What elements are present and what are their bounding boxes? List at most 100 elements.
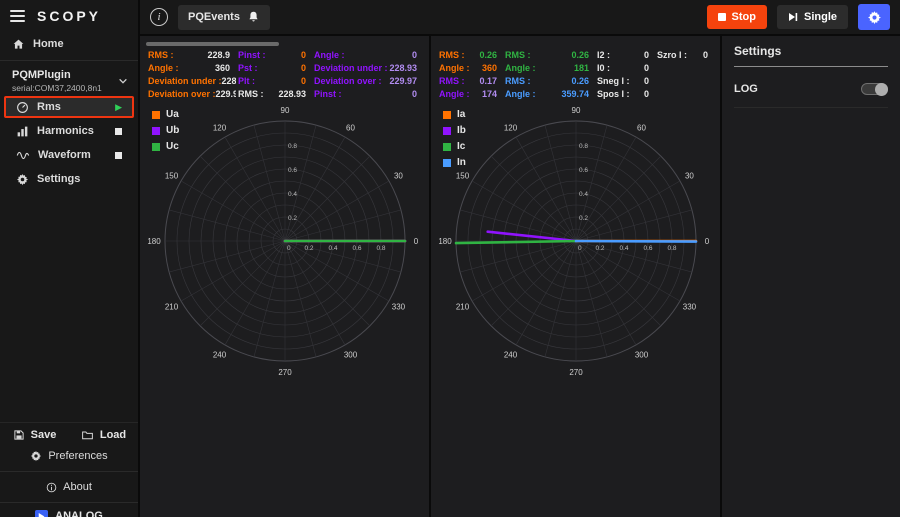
measurement-cell: Pst :0: [236, 62, 312, 75]
voltage-chart-area: UaUbUc 030609012015018021024027030033000…: [146, 103, 423, 512]
legend-item-Ia[interactable]: Ia: [443, 109, 466, 120]
measurement-cell: Szro I :0: [655, 49, 714, 62]
svg-text:0.2: 0.2: [579, 215, 588, 222]
measurement-cell: Deviation under :228.93: [312, 62, 423, 75]
measurement-cell: [655, 62, 714, 75]
preferences-button[interactable]: Preferences: [0, 445, 138, 467]
legend-label: Ib: [457, 125, 466, 136]
stopped-indicator-icon[interactable]: [115, 152, 122, 159]
settings-gear-button[interactable]: [858, 4, 890, 30]
divider: [0, 60, 138, 61]
harmonics-bars-icon: [16, 125, 29, 138]
current-measurements-table: RMS :0.26RMS :0.26I2 :0Szro I :0Angle :3…: [437, 41, 714, 101]
save-label: Save: [31, 429, 57, 441]
legend-swatch: [152, 111, 160, 119]
svg-text:90: 90: [280, 106, 289, 115]
legend-label: Uc: [166, 141, 179, 152]
measurement-cell: Spos I :0: [595, 88, 655, 101]
legend-swatch: [443, 127, 451, 135]
plugin-header-pqmplugin[interactable]: PQMPlugin serial:COM37,2400,8n1: [0, 65, 138, 95]
legend-item-Ic[interactable]: Ic: [443, 141, 466, 152]
save-button[interactable]: Save: [0, 429, 69, 441]
chevron-down-icon[interactable]: [118, 76, 128, 86]
legend-item-Uc[interactable]: Uc: [152, 141, 179, 152]
measurement-cell: Angle :181: [503, 62, 595, 75]
legend-item-Ub[interactable]: Ub: [152, 125, 179, 136]
measurement-cell: Angle :0: [312, 49, 423, 62]
top-toolbar: i PQEvents Stop Single: [140, 0, 900, 36]
running-indicator-icon[interactable]: ▶: [115, 103, 122, 112]
load-folder-icon: [81, 429, 94, 441]
svg-text:300: 300: [343, 350, 357, 359]
svg-text:60: 60: [346, 124, 355, 133]
svg-text:0.8: 0.8: [667, 245, 676, 252]
pqevents-tab[interactable]: PQEvents: [178, 5, 270, 30]
measurement-cell: Deviation over :229.97: [312, 75, 423, 88]
measurement-cell: Deviation under :228.9: [146, 75, 236, 88]
scopy-logo: SCOPY: [37, 8, 101, 24]
log-setting-row: LOG: [734, 83, 888, 108]
hamburger-menu-icon[interactable]: [10, 10, 25, 22]
about-button[interactable]: About: [0, 476, 138, 498]
measurement-cell: Angle :360: [146, 62, 236, 75]
table-horizontal-scrollbar[interactable]: [146, 42, 279, 46]
svg-text:0: 0: [704, 237, 709, 246]
stop-square-icon: [718, 13, 726, 21]
sidebar-item-label: Rms: [37, 101, 61, 113]
measurement-cell: RMS :0.26: [503, 49, 595, 62]
info-button[interactable]: i: [150, 8, 168, 26]
divider: [0, 502, 138, 503]
preferences-label: Preferences: [48, 450, 107, 462]
bell-icon[interactable]: [247, 10, 260, 24]
voltage-panel: RMS :228.9Pinst :0Angle :0Angle :360Pst …: [140, 36, 429, 517]
measurement-cell: [655, 88, 714, 101]
gear-icon: [867, 10, 882, 25]
measurement-cell: RMS :0.17: [437, 75, 503, 88]
stop-button[interactable]: Stop: [707, 5, 767, 29]
measurement-cell: RMS :0.26: [437, 49, 503, 62]
single-label: Single: [804, 11, 837, 23]
svg-text:330: 330: [682, 303, 696, 312]
plugin-serial-subtitle: serial:COM37,2400,8n1: [12, 83, 118, 93]
sidebar-item-settings[interactable]: Settings: [4, 168, 134, 190]
sidebar-item-harmonics[interactable]: Harmonics: [4, 120, 134, 142]
svg-text:0.6: 0.6: [288, 167, 297, 174]
legend-item-Ib[interactable]: Ib: [443, 125, 466, 136]
svg-text:0.2: 0.2: [595, 245, 604, 252]
current-chart-area: IaIbIcIn 0306090120150180210240270300330…: [437, 103, 714, 512]
sidebar-item-home[interactable]: Home: [0, 32, 138, 56]
pqevents-tab-label: PQEvents: [188, 11, 240, 23]
single-capture-icon: [788, 12, 798, 22]
gear-icon: [16, 173, 29, 186]
sidebar-item-analog[interactable]: ANALOG: [0, 507, 138, 517]
svg-text:270: 270: [278, 368, 292, 377]
voltage-legend: Ua Ub Uc: [152, 109, 179, 152]
legend-label: Ic: [457, 141, 465, 152]
current-legend: Ia Ib Ic In: [443, 109, 466, 168]
svg-text:120: 120: [212, 124, 226, 133]
analog-plugin-icon: [35, 510, 48, 517]
svg-text:90: 90: [571, 106, 580, 115]
legend-label: Ua: [166, 109, 179, 120]
current-phasor-chart: 030609012015018021024027030033000.20.20.…: [433, 103, 719, 385]
sidebar-item-rms[interactable]: Rms ▶: [4, 96, 134, 118]
sidebar-item-waveform[interactable]: Waveform: [4, 144, 134, 166]
measurement-cell: Angle :359.74: [503, 88, 595, 101]
svg-text:150: 150: [455, 172, 469, 181]
rms-icon: [16, 101, 29, 114]
measurement-cell: Pinst :0: [312, 88, 423, 101]
stopped-indicator-icon[interactable]: [115, 128, 122, 135]
single-button[interactable]: Single: [777, 5, 848, 29]
gear-icon: [30, 450, 42, 462]
measurement-cell: RMS :0.26: [503, 75, 595, 88]
legend-swatch: [152, 127, 160, 135]
measurement-cell: I0 :0: [595, 62, 655, 75]
load-button[interactable]: Load: [69, 429, 138, 441]
log-toggle-switch[interactable]: [861, 83, 888, 95]
legend-item-In[interactable]: In: [443, 157, 466, 168]
legend-swatch: [443, 143, 451, 151]
divider: [0, 471, 138, 472]
svg-text:0.6: 0.6: [643, 245, 652, 252]
legend-label: In: [457, 157, 466, 168]
legend-item-Ua[interactable]: Ua: [152, 109, 179, 120]
